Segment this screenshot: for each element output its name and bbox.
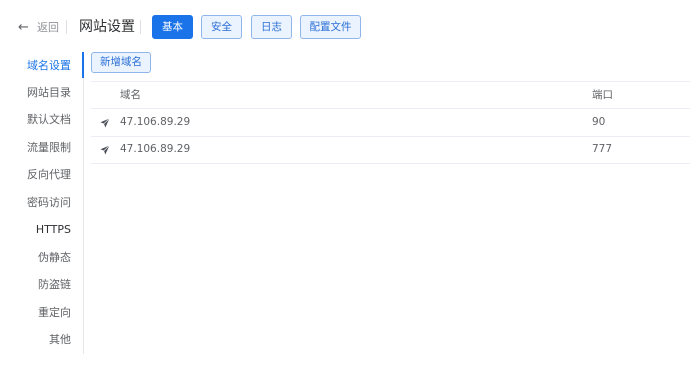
back-button[interactable]: ← 返回: [18, 18, 59, 38]
domain-cell: 47.106.89.29: [120, 143, 191, 155]
sidebar-item-traffic-limit[interactable]: 流量限制: [27, 138, 71, 158]
port-cell: 90: [592, 116, 606, 128]
back-label: 返回: [37, 21, 59, 34]
top-bar: ← 返回 网站设置 基本 安全 日志 配置文件: [0, 0, 690, 55]
divider: [66, 20, 67, 34]
table-row[interactable]: 47.106.89.29 777: [91, 136, 690, 164]
sidebar-item-site-directory[interactable]: 网站目录: [27, 83, 71, 103]
arrow-left-icon: ←: [18, 20, 29, 35]
tab-security[interactable]: 安全: [201, 15, 242, 39]
column-header-port: 端口: [592, 89, 613, 101]
settings-sidebar: 域名设置 网站目录 默认文档 流量限制 反向代理 密码访问 HTTPS 伪静态 …: [0, 52, 84, 354]
sidebar-item-rewrite[interactable]: 伪静态: [38, 248, 71, 268]
sidebar-item-redirect[interactable]: 重定向: [38, 303, 71, 323]
table-row[interactable]: 47.106.89.29 90: [91, 109, 690, 137]
sidebar-item-other[interactable]: 其他: [49, 330, 71, 350]
sidebar-item-reverse-proxy[interactable]: 反向代理: [27, 165, 71, 185]
sidebar-item-default-document[interactable]: 默认文档: [27, 110, 71, 130]
sidebar-item-https[interactable]: HTTPS: [36, 220, 71, 240]
send-icon[interactable]: [100, 145, 110, 155]
tab-config-file[interactable]: 配置文件: [300, 15, 361, 39]
tab-basic[interactable]: 基本: [152, 15, 193, 39]
sidebar-item-hotlink-protection[interactable]: 防盗链: [38, 275, 71, 295]
port-cell: 777: [592, 143, 613, 155]
domain-cell: 47.106.89.29: [120, 116, 191, 128]
sidebar-active-indicator: [82, 52, 84, 78]
column-header-domain: 域名: [120, 89, 141, 101]
tab-logs[interactable]: 日志: [251, 15, 292, 39]
divider: [140, 20, 141, 34]
send-icon[interactable]: [100, 118, 110, 128]
table-header: 域名 端口: [91, 81, 690, 109]
sidebar-item-domain[interactable]: 域名设置: [27, 56, 71, 76]
sidebar-item-password-access[interactable]: 密码访问: [27, 193, 71, 213]
add-domain-button[interactable]: 新增域名: [91, 52, 151, 73]
page-title: 网站设置: [79, 19, 135, 35]
